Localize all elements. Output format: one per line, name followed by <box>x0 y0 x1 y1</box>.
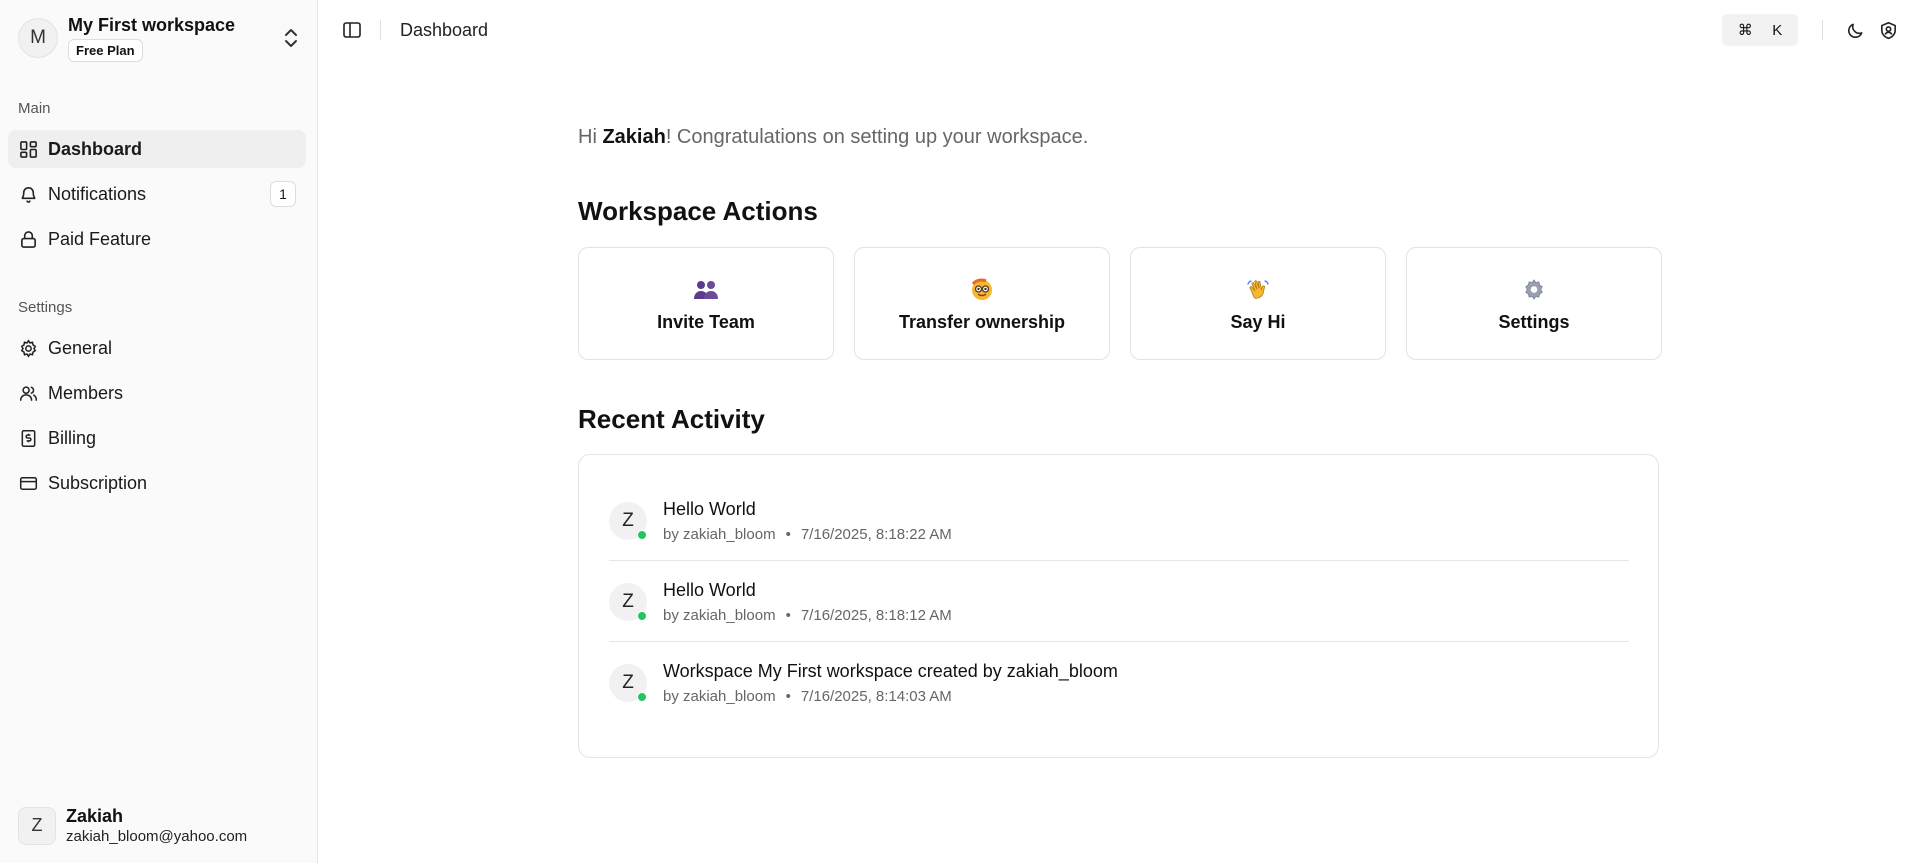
sidebar-item-label: Billing <box>48 427 97 448</box>
lock-icon <box>18 229 38 249</box>
user-name: Zakiah <box>66 806 124 826</box>
say-hi-card[interactable]: Say Hi <box>1130 247 1386 360</box>
online-status-dot <box>637 692 647 702</box>
activity-title: Workspace My First workspace created by … <box>663 661 1118 681</box>
activity-title: Hello World <box>663 498 756 519</box>
activity-avatar: Z <box>609 582 647 621</box>
section-label-main: Main <box>18 100 51 117</box>
credit-card-icon <box>18 473 38 493</box>
sidebar-item-dashboard[interactable]: Dashboard <box>8 130 306 168</box>
sidebar-item-label: Notifications <box>48 183 147 204</box>
online-status-dot <box>637 529 647 540</box>
sidebar-item-label: Paid Feature <box>48 228 152 249</box>
gear-icon <box>18 338 38 358</box>
activity-meta: by zakiah_bloom • 7/16/2025, 8:14:03 AM <box>663 688 952 705</box>
dashboard-icon <box>18 139 38 159</box>
sidebar-item-notifications[interactable]: Notifications 1 <box>8 175 306 213</box>
greeting-text: Hi Zakiah! Congratulations on setting up… <box>578 126 1089 148</box>
sidebar-item-label: Dashboard <box>48 138 143 159</box>
user-avatar: Z <box>18 806 56 845</box>
activity-meta: by zakiah_bloom • 7/16/2025, 8:18:12 AM <box>663 606 952 624</box>
workspace-name: My First workspace <box>68 14 236 35</box>
bell-icon <box>18 184 38 204</box>
sidebar-item-subscription[interactable]: Subscription <box>8 464 306 502</box>
activity-meta: by zakiah_bloom • 7/16/2025, 8:18:22 AM <box>663 525 952 543</box>
waving-hand-icon <box>1246 274 1270 306</box>
action-label: Invite Team <box>657 312 755 332</box>
nerd-face-icon <box>970 274 994 306</box>
recent-activity-card: Z Hello World by zakiah_bloom • 7/16/2025,… <box>578 454 1659 758</box>
user-menu[interactable]: Z Zakiah zakiah_bloom@yahoo.com <box>18 806 247 845</box>
section-label-settings: Settings <box>18 299 73 316</box>
workspace-switcher[interactable]: M My First workspace Free Plan <box>10 8 308 68</box>
activity-item: Z Hello World by zakiah_bloom • 7/16/2025,… <box>609 562 1629 642</box>
workspace-actions-title: Workspace Actions <box>578 196 818 226</box>
shield-user-icon <box>1880 21 1896 39</box>
activity-avatar: Z <box>609 664 647 702</box>
toggle-sidebar-button[interactable] <box>340 18 364 42</box>
sidebar: M My First workspace Free Plan Main Dash… <box>0 0 318 863</box>
activity-item: Z Hello World by zakiah_bloom • 7/16/2025,… <box>609 481 1629 561</box>
sidebar-item-general[interactable]: General <box>8 329 306 367</box>
sidebar-item-label: Members <box>48 382 124 403</box>
breadcrumb: Dashboard <box>400 20 489 40</box>
sidebar-item-paid-feature[interactable]: Paid Feature <box>8 220 306 258</box>
command-key-icon: ⌘ <box>1737 22 1753 39</box>
action-label: Say Hi <box>1230 312 1286 332</box>
users-icon <box>18 383 38 403</box>
sidebar-item-label: Subscription <box>48 472 148 493</box>
sidebar-item-label: General <box>48 337 113 358</box>
recent-activity-title: Recent Activity <box>578 404 765 434</box>
shortcut-key: K <box>1772 21 1783 39</box>
people-icon <box>693 274 719 306</box>
activity-title: Hello World <box>663 579 756 600</box>
action-label: Settings <box>1498 312 1570 332</box>
greeting-name: Zakiah <box>602 126 666 148</box>
activity-item: Z Workspace My First workspace created b… <box>609 643 1629 723</box>
security-button[interactable] <box>1876 18 1900 42</box>
theme-toggle-button[interactable] <box>1843 18 1867 42</box>
action-label: Transfer ownership <box>898 312 1066 332</box>
activity-avatar: Z <box>609 501 647 540</box>
workspace-avatar: M <box>18 18 58 58</box>
sidebar-item-members[interactable]: Members <box>8 374 306 412</box>
settings-card[interactable]: Settings <box>1406 247 1662 360</box>
chevron-up-down-icon <box>285 29 297 47</box>
moon-icon <box>1847 23 1862 38</box>
sidebar-toggle-icon <box>343 22 361 38</box>
receipt-icon <box>18 428 38 448</box>
user-email: zakiah_bloom@yahoo.com <box>66 828 248 845</box>
sidebar-item-billing[interactable]: Billing <box>8 419 306 457</box>
topbar-divider <box>380 20 381 40</box>
invite-team-card[interactable]: Invite Team <box>578 247 834 360</box>
command-menu-button[interactable]: ⌘ K <box>1722 14 1798 46</box>
notification-count-badge: 1 <box>270 181 296 207</box>
plan-badge: Free Plan <box>68 38 143 62</box>
topbar-divider-right <box>1822 20 1823 40</box>
online-status-dot <box>637 610 647 621</box>
gear-icon <box>1522 274 1546 306</box>
transfer-ownership-card[interactable]: Transfer ownership <box>854 247 1110 360</box>
